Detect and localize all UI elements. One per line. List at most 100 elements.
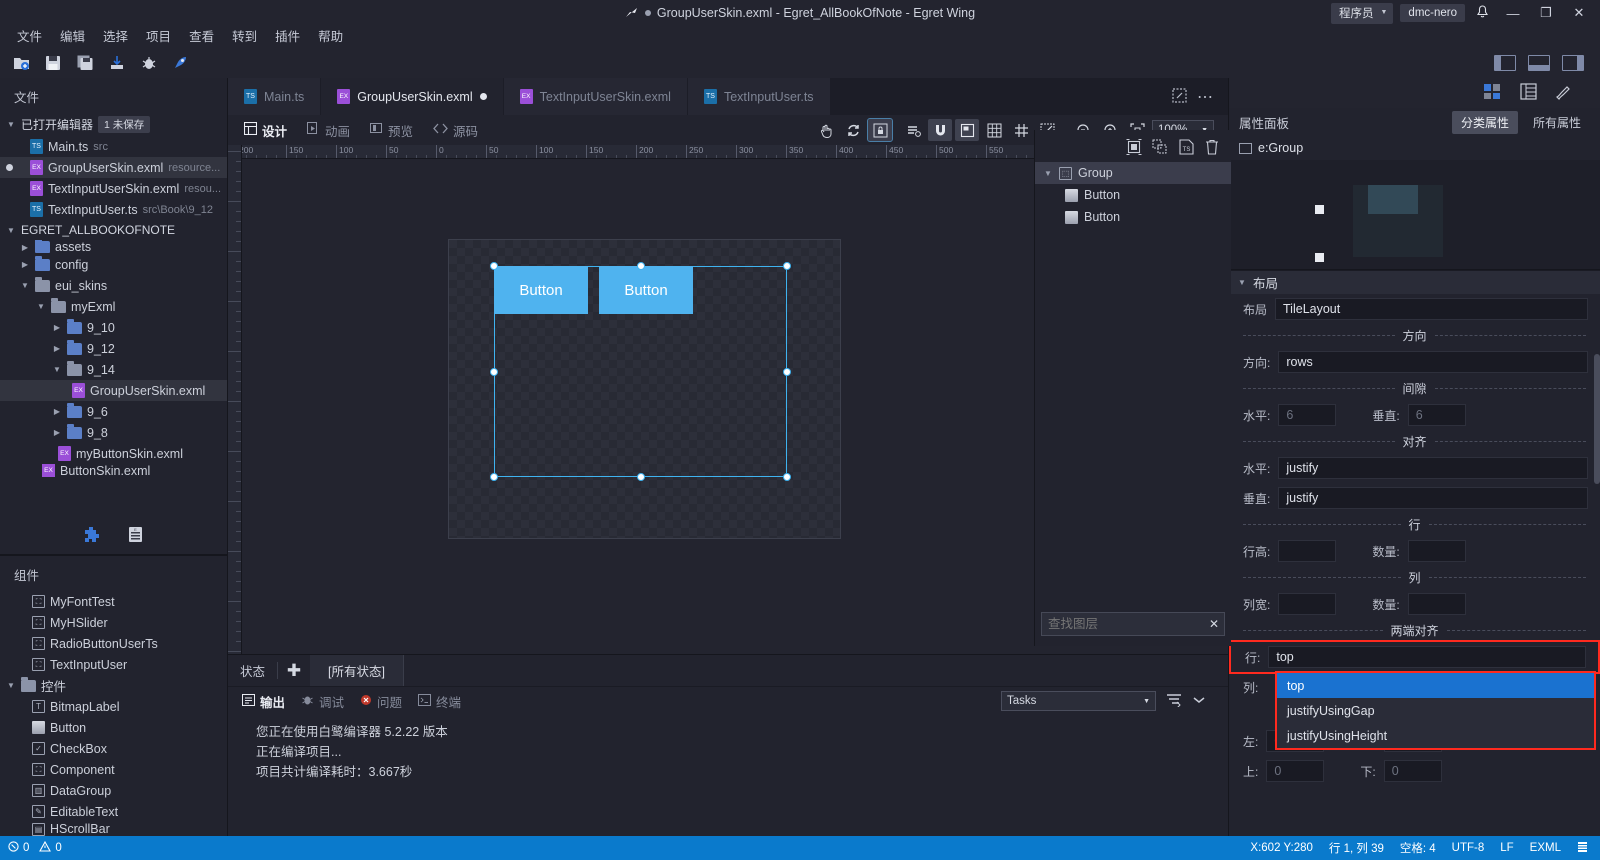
resize-handle-n[interactable] xyxy=(636,262,645,270)
prop-value-padding-bottom[interactable]: 0 xyxy=(1383,760,1442,782)
resize-handle-se[interactable] xyxy=(783,473,791,481)
grid-icon[interactable] xyxy=(982,119,1006,141)
stage-button-1[interactable]: Button xyxy=(494,266,588,314)
tab-classified-properties[interactable]: 分类属性 xyxy=(1451,110,1518,134)
outline-node-button-2[interactable]: Button xyxy=(1035,206,1231,228)
tree-item-assets[interactable]: ▶ assets xyxy=(0,240,227,254)
save-icon[interactable] xyxy=(38,50,68,76)
add-plugin-icon[interactable] xyxy=(83,526,101,546)
toggle-bottom-panel-icon[interactable] xyxy=(1524,50,1554,76)
tree-item-9-8[interactable]: ▶ 9_8 xyxy=(0,422,227,443)
prop-value-gap-h[interactable]: 6 xyxy=(1278,404,1337,426)
more-actions-icon[interactable]: ⋯ xyxy=(1197,87,1214,107)
component-item-radiobuttonuserts[interactable]: ⛶ RadioButtonUserTs xyxy=(0,633,227,654)
menu-plugins[interactable]: 插件 xyxy=(266,27,309,48)
tab-all-properties[interactable]: 所有属性 xyxy=(1524,111,1590,134)
file-encoding[interactable]: UTF-8 xyxy=(1452,842,1485,854)
split-editor-icon[interactable] xyxy=(1172,87,1187,106)
menu-help[interactable]: 帮助 xyxy=(309,27,352,48)
resize-handle-nw[interactable] xyxy=(490,262,498,270)
dropdown-option-top[interactable]: top xyxy=(1277,673,1594,698)
view-tab-design[interactable]: 设计 xyxy=(236,118,295,143)
component-item-datagroup[interactable]: ▥ DataGroup xyxy=(0,780,227,801)
close-button[interactable]: ✕ xyxy=(1566,0,1592,26)
toggle-right-panel-icon[interactable] xyxy=(1558,50,1588,76)
user-account-chip[interactable]: dmc-nero xyxy=(1400,4,1465,22)
tree-item-9-6[interactable]: ▶ 9_6 xyxy=(0,401,227,422)
maximize-button[interactable]: ❐ xyxy=(1533,0,1559,26)
components-panel-icon[interactable] xyxy=(1483,83,1502,103)
lock-frame-icon[interactable] xyxy=(867,118,893,142)
style-panel-icon[interactable] xyxy=(1555,83,1572,103)
outline-node-button-1[interactable]: Button xyxy=(1035,184,1231,206)
align-corner-icon[interactable] xyxy=(955,119,979,141)
tasks-select[interactable]: Tasks ▼ xyxy=(1001,691,1156,711)
section-header-layout[interactable]: ▼ 布局 xyxy=(1229,270,1600,294)
language-mode[interactable]: EXML xyxy=(1530,842,1561,854)
resize-handle-ne[interactable] xyxy=(783,262,791,270)
output-tab-output[interactable]: 输出 xyxy=(242,692,285,711)
prop-value-gap-v[interactable]: 6 xyxy=(1407,404,1466,426)
tab-textinputuser-ts[interactable]: TextInputUser.ts xyxy=(687,78,831,115)
component-item-hscrollbar[interactable]: ▤ HScrollBar xyxy=(0,822,227,836)
prop-value-padding-top[interactable]: 0 xyxy=(1266,760,1325,782)
prop-value-row-count[interactable] xyxy=(1407,540,1466,562)
open-editor-main-ts[interactable]: Main.ts src xyxy=(0,136,227,157)
resize-handle-s[interactable] xyxy=(636,473,645,481)
hand-tool-icon[interactable] xyxy=(814,119,838,141)
dropdown-option-justifyusinggap[interactable]: justifyUsingGap xyxy=(1277,698,1594,723)
egret-library-icon[interactable]: E xyxy=(127,526,144,546)
magnet-snap-icon[interactable] xyxy=(928,119,952,141)
minimize-button[interactable]: — xyxy=(1500,0,1526,26)
output-tab-debug[interactable]: 调试 xyxy=(301,692,344,711)
dropdown-option-justifyusingheight[interactable]: justifyUsingHeight xyxy=(1277,723,1594,748)
tab-main-ts[interactable]: Main.ts xyxy=(228,78,322,115)
status-warnings[interactable]: 0 xyxy=(39,840,62,855)
tree-item-9-14[interactable]: ▼ 9_14 xyxy=(0,359,227,380)
prop-value-col-width[interactable] xyxy=(1278,593,1337,615)
refresh-icon[interactable] xyxy=(841,119,865,141)
status-errors[interactable]: 0 xyxy=(8,841,29,855)
tab-groupuserskin-exml[interactable]: GroupUserSkin.exml xyxy=(321,78,504,115)
resize-handle-w[interactable] xyxy=(490,367,498,376)
component-item-checkbox[interactable]: ✓ CheckBox xyxy=(0,738,227,759)
open-editor-textinputuser-ts[interactable]: TextInputUser.ts src\Book\9_12 xyxy=(0,199,227,220)
prop-value-align-v[interactable]: justify xyxy=(1278,487,1588,509)
toggle-left-panel-icon[interactable] xyxy=(1490,50,1520,76)
view-tab-animation[interactable]: 动画 xyxy=(299,118,358,143)
justify-row-dropdown[interactable]: top justifyUsingGap justifyUsingHeight xyxy=(1275,671,1596,750)
menu-project[interactable]: 项目 xyxy=(137,27,180,48)
filter-icon[interactable] xyxy=(1166,693,1182,710)
tree-item-9-10[interactable]: ▶ 9_10 xyxy=(0,317,227,338)
prop-value-col-count[interactable] xyxy=(1407,593,1466,615)
select-all-icon[interactable] xyxy=(1125,138,1143,156)
find-layer-box[interactable]: ✕ xyxy=(1041,612,1225,636)
tree-item-eui-skins[interactable]: ▼ eui_skins xyxy=(0,275,227,296)
run-icon[interactable] xyxy=(166,50,196,76)
component-group-kongjian[interactable]: ▼ 控件 xyxy=(0,675,227,696)
component-item-myfonttest[interactable]: ⛶ MyFontTest xyxy=(0,591,227,612)
component-item-component[interactable]: ⛶ Component xyxy=(0,759,227,780)
role-selector[interactable]: 程序员 ▼ xyxy=(1330,2,1394,24)
component-item-textinputuser[interactable]: ⛶ TextInputUser xyxy=(0,654,227,675)
menu-edit[interactable]: 编辑 xyxy=(51,27,94,48)
prop-value-direction[interactable]: rows xyxy=(1278,351,1588,373)
open-editor-textinputuserskin-exml[interactable]: TextInputUserSkin.exml resou... xyxy=(0,178,227,199)
prop-value-row-height[interactable] xyxy=(1278,540,1337,562)
tree-item-myexml[interactable]: ▼ myExml xyxy=(0,296,227,317)
prop-value-align-h[interactable]: justify xyxy=(1278,457,1588,479)
output-tab-terminal[interactable]: 终端 xyxy=(418,692,461,711)
resize-handle-e[interactable] xyxy=(783,367,791,376)
component-item-myhslider[interactable]: ⛶ MyHSlider xyxy=(0,612,227,633)
layers-icon[interactable] xyxy=(901,119,925,141)
prop-value-justify-row[interactable]: top xyxy=(1268,646,1586,668)
properties-panel-icon[interactable] xyxy=(1520,83,1537,103)
open-editors-header[interactable]: ▼ 已打开编辑器 1 未保存 xyxy=(0,113,227,136)
stage-button-2[interactable]: Button xyxy=(599,266,693,314)
menu-view[interactable]: 查看 xyxy=(180,27,223,48)
view-tab-preview[interactable]: 预览 xyxy=(362,118,421,143)
menu-file[interactable]: 文件 xyxy=(8,27,51,48)
delete-icon[interactable] xyxy=(1203,138,1221,156)
add-state-button[interactable]: ✚ xyxy=(278,655,310,686)
group-icon[interactable] xyxy=(1151,138,1169,156)
